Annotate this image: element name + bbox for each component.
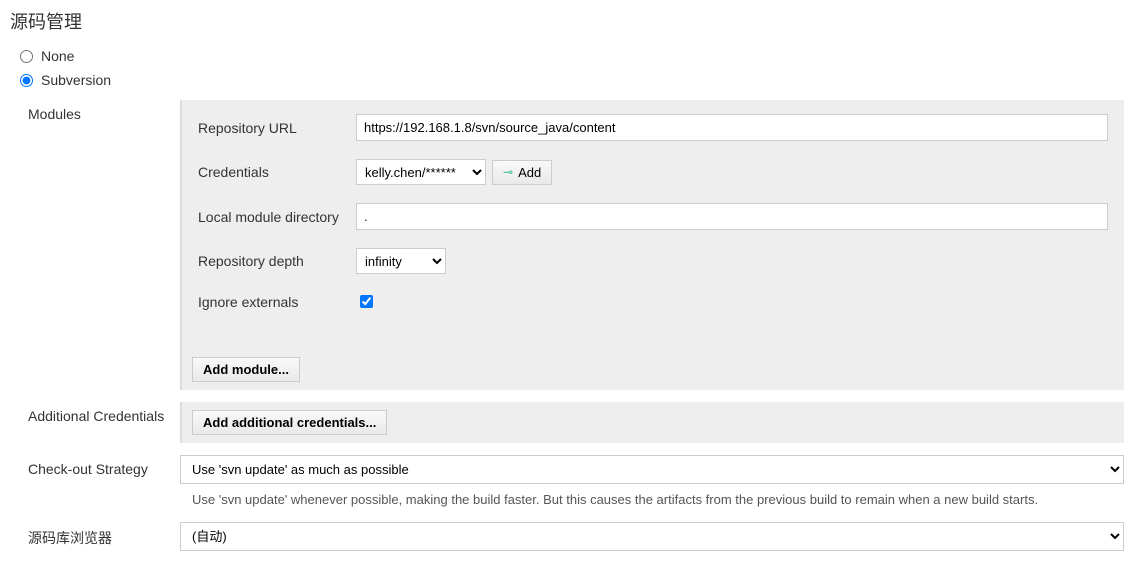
scm-none-label[interactable]: None [41, 48, 74, 64]
add-module-button[interactable]: Add module... [192, 357, 300, 382]
scm-none-radio[interactable] [20, 50, 33, 63]
credentials-select[interactable]: kelly.chen/****** [356, 159, 486, 185]
checkout-strategy-label: Check-out Strategy [28, 455, 180, 477]
checkout-strategy-help: Use 'svn update' whenever possible, maki… [192, 490, 1124, 510]
additional-credentials-label: Additional Credentials [28, 402, 180, 424]
local-dir-input[interactable] [356, 203, 1108, 230]
credentials-add-button[interactable]: ⊸ Add [492, 160, 552, 185]
ignore-externals-checkbox[interactable] [360, 295, 373, 308]
repo-url-input[interactable] [356, 114, 1108, 141]
repo-depth-select[interactable]: infinity [356, 248, 446, 274]
repo-browser-label: 源码库浏览器 [28, 522, 180, 548]
repo-url-label: Repository URL [198, 120, 356, 136]
modules-label: Modules [28, 100, 180, 122]
checkout-strategy-select[interactable]: Use 'svn update' as much as possible [180, 455, 1124, 484]
credentials-label: Credentials [198, 164, 356, 180]
ignore-externals-label: Ignore externals [198, 294, 356, 310]
local-dir-label: Local module directory [198, 209, 356, 225]
scm-subversion-label[interactable]: Subversion [41, 72, 111, 88]
add-additional-credentials-button[interactable]: Add additional credentials... [192, 410, 387, 435]
scm-subversion-radio[interactable] [20, 74, 33, 87]
repo-depth-label: Repository depth [198, 253, 356, 269]
section-title: 源码管理 [10, 8, 1124, 34]
add-button-label: Add [518, 165, 541, 180]
repo-browser-select[interactable]: (自动) [180, 522, 1124, 551]
key-icon: ⊸ [503, 165, 513, 179]
